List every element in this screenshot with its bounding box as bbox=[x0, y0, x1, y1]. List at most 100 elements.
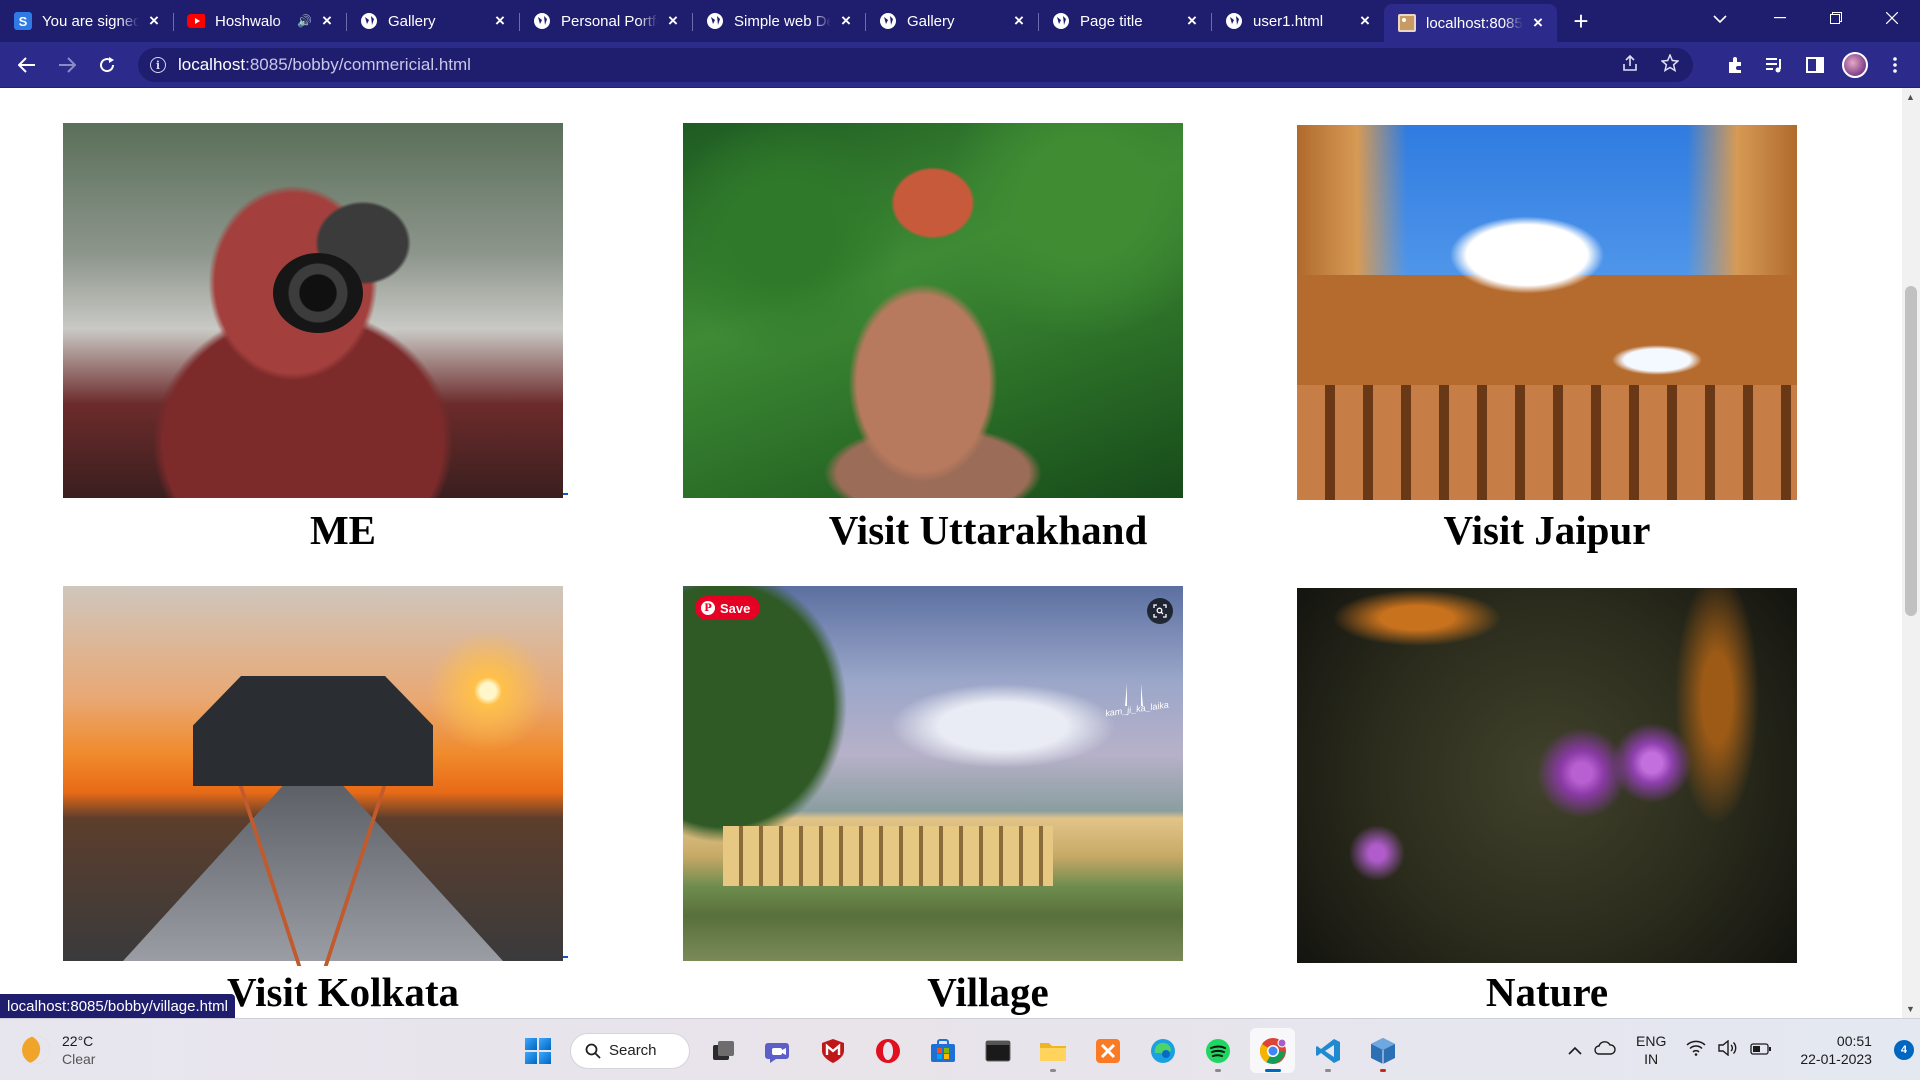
spotify-icon[interactable] bbox=[1195, 1028, 1240, 1073]
tab-youtube[interactable]: Hoshwalo 🔊 × bbox=[173, 4, 346, 38]
close-icon[interactable]: × bbox=[664, 11, 682, 30]
volume-icon[interactable] bbox=[1718, 1039, 1738, 1061]
globe-icon bbox=[533, 12, 551, 30]
nature-image[interactable] bbox=[1297, 588, 1797, 963]
close-icon[interactable]: × bbox=[318, 11, 336, 30]
reload-icon[interactable] bbox=[87, 45, 127, 85]
running-indicator bbox=[1379, 1069, 1386, 1072]
extensions-puzzle-icon[interactable] bbox=[1715, 45, 1755, 85]
lang-region: IN bbox=[1644, 1051, 1659, 1067]
scrollbar-thumb[interactable] bbox=[1905, 286, 1917, 616]
close-icon[interactable]: × bbox=[1183, 11, 1201, 30]
opera-icon[interactable] bbox=[865, 1028, 910, 1073]
language-indicator[interactable]: ENG IN bbox=[1636, 1032, 1666, 1068]
taskbar-apps: Search bbox=[515, 1028, 1405, 1073]
restore-icon[interactable] bbox=[1808, 0, 1864, 36]
tab-localhost-active[interactable]: localhost:8085/bobby × bbox=[1384, 4, 1557, 42]
minimize-icon[interactable] bbox=[1752, 0, 1808, 36]
file-explorer-icon[interactable] bbox=[1030, 1028, 1075, 1073]
weather-widget[interactable]: 22°C Clear bbox=[18, 1032, 96, 1068]
tab-signed-in[interactable]: S You are signed in × bbox=[0, 4, 173, 38]
globe-icon bbox=[1052, 12, 1070, 30]
xampp-icon[interactable] bbox=[1085, 1028, 1130, 1073]
battery-icon[interactable] bbox=[1750, 1040, 1772, 1060]
clock-date: 22-01-2023 bbox=[1800, 1051, 1872, 1067]
kolkata-image[interactable] bbox=[63, 586, 563, 966]
photographer-image[interactable] bbox=[63, 123, 563, 498]
address-bar[interactable]: i localhost:8085/bobby/commericial.html bbox=[138, 48, 1693, 82]
vertical-scrollbar[interactable]: ▲ ▼ bbox=[1902, 88, 1920, 1018]
weather-condition: Clear bbox=[62, 1051, 96, 1067]
moon-icon bbox=[18, 1032, 54, 1068]
profile-avatar bbox=[1842, 52, 1868, 78]
taskbar: 22°C Clear Search ENG IN 00:51 22-01-202… bbox=[0, 1018, 1920, 1080]
scroll-down-icon[interactable]: ▼ bbox=[1906, 1004, 1915, 1014]
tab-portfolio[interactable]: Personal Portfolio × bbox=[519, 4, 692, 38]
tab-title: Simple web Design bbox=[734, 12, 831, 30]
close-icon[interactable]: × bbox=[491, 11, 509, 30]
tab-title: You are signed in bbox=[42, 12, 139, 30]
terminal-icon[interactable] bbox=[975, 1028, 1020, 1073]
edge-icon[interactable] bbox=[1140, 1028, 1185, 1073]
weather-temp: 22°C bbox=[62, 1033, 94, 1049]
running-indicator bbox=[1049, 1069, 1056, 1072]
url-host: localhost bbox=[178, 55, 246, 74]
taskbar-search[interactable]: Search bbox=[570, 1032, 690, 1069]
task-view-icon[interactable] bbox=[700, 1028, 745, 1073]
kebab-menu-icon[interactable] bbox=[1875, 45, 1915, 85]
gallery-caption: Village bbox=[927, 969, 1049, 1015]
link-status-bubble: localhost:8085/bobby/village.html bbox=[0, 994, 235, 1018]
close-icon[interactable]: × bbox=[837, 11, 855, 30]
forward-arrow-icon[interactable] bbox=[47, 45, 87, 85]
close-icon[interactable]: × bbox=[145, 11, 163, 30]
tab-user1[interactable]: user1.html × bbox=[1211, 4, 1384, 38]
visual-search-icon[interactable] bbox=[1147, 598, 1173, 624]
teams-chat-icon[interactable] bbox=[755, 1028, 800, 1073]
tab-page-title[interactable]: Page title × bbox=[1038, 4, 1211, 38]
tab-gallery[interactable]: Gallery × bbox=[346, 4, 519, 38]
notification-badge[interactable]: 4 bbox=[1893, 1040, 1914, 1060]
wifi-icon[interactable] bbox=[1686, 1040, 1706, 1061]
pier-shed bbox=[193, 676, 433, 786]
globe-icon bbox=[360, 12, 378, 30]
virtualbox-icon[interactable] bbox=[1360, 1028, 1405, 1073]
uttarakhand-image[interactable] bbox=[683, 123, 1183, 498]
share-icon[interactable] bbox=[1617, 54, 1643, 77]
svg-text:S: S bbox=[19, 14, 28, 29]
camera-lens bbox=[273, 253, 363, 333]
tab-gallery-2[interactable]: Gallery × bbox=[865, 4, 1038, 38]
jaipur-image[interactable] bbox=[1297, 125, 1797, 500]
site-info-icon[interactable]: i bbox=[150, 57, 166, 73]
vscode-icon[interactable] bbox=[1305, 1028, 1350, 1073]
tab-search-chevron-icon[interactable] bbox=[1705, 6, 1735, 32]
toolbar-actions bbox=[1715, 42, 1915, 88]
onedrive-cloud-icon[interactable] bbox=[1594, 1040, 1616, 1061]
search-label: Search bbox=[609, 1042, 657, 1059]
close-window-icon[interactable] bbox=[1864, 0, 1920, 36]
system-clock[interactable]: 00:51 22-01-2023 bbox=[1800, 1032, 1872, 1068]
globe-icon bbox=[1225, 12, 1243, 30]
lang-code: ENG bbox=[1636, 1033, 1667, 1049]
close-icon[interactable]: × bbox=[1529, 13, 1547, 32]
close-icon[interactable]: × bbox=[1010, 11, 1028, 30]
tab-title: user1.html bbox=[1253, 12, 1324, 30]
scroll-up-icon[interactable]: ▲ bbox=[1906, 92, 1915, 102]
new-tab-icon[interactable]: + bbox=[1565, 5, 1597, 37]
pinterest-save-button[interactable]: P Save bbox=[695, 596, 761, 620]
back-arrow-icon[interactable] bbox=[7, 45, 47, 85]
chrome-icon[interactable] bbox=[1250, 1028, 1295, 1073]
avatar[interactable] bbox=[1835, 45, 1875, 85]
media-control-icon[interactable] bbox=[1755, 45, 1795, 85]
tab-simple-web[interactable]: Simple web Design × bbox=[692, 4, 865, 38]
mcafee-icon[interactable] bbox=[810, 1028, 855, 1073]
chevron-up-icon[interactable] bbox=[1568, 1040, 1582, 1060]
bookmark-star-icon[interactable] bbox=[1657, 52, 1683, 77]
side-panel-icon[interactable] bbox=[1795, 45, 1835, 85]
microsoft-store-icon[interactable] bbox=[920, 1028, 965, 1073]
close-icon[interactable]: × bbox=[1356, 11, 1374, 30]
speaker-icon[interactable]: 🔊 bbox=[297, 14, 312, 28]
windows-start-icon[interactable] bbox=[515, 1028, 560, 1073]
village-image[interactable]: P Save kam_ji_ka_laika bbox=[683, 586, 1183, 961]
url-text[interactable]: localhost:8085/bobby/commericial.html bbox=[178, 55, 471, 75]
youtube-icon bbox=[187, 12, 205, 30]
